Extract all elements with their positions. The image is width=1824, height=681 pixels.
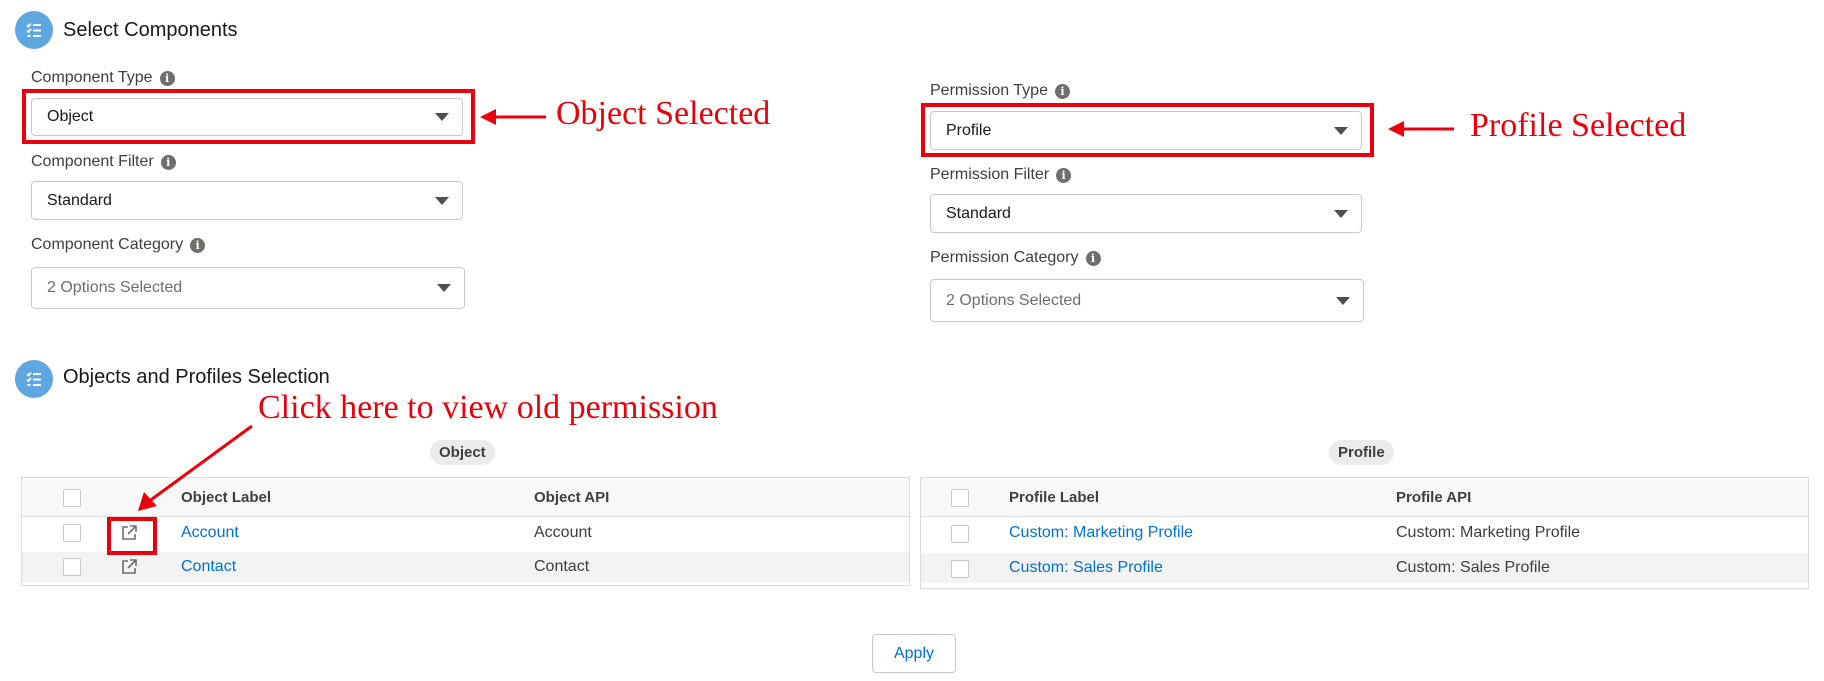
- component-type-label-text: Component Type: [31, 69, 153, 86]
- table-row: Contact Contact: [22, 552, 909, 582]
- checklist-icon: [15, 360, 53, 398]
- caret-down-icon: [1334, 209, 1348, 218]
- permission-filter-label-text: Permission Filter: [930, 166, 1050, 183]
- column-header-profile-label[interactable]: Profile Label: [1009, 489, 1099, 506]
- select-all-checkbox[interactable]: [63, 489, 81, 507]
- annotation-click-here: Click here to view old permission: [258, 389, 718, 426]
- permission-filter-value: Standard: [946, 204, 1011, 222]
- highlight-box-component-type: [22, 89, 475, 144]
- component-filter-select[interactable]: Standard: [31, 181, 463, 220]
- profile-label-link[interactable]: Custom: Marketing Profile: [1009, 524, 1193, 542]
- profile-label-link[interactable]: Custom: Sales Profile: [1009, 559, 1163, 577]
- section-title-select-components: Select Components: [63, 19, 238, 41]
- object-api-value: Account: [534, 524, 592, 541]
- permission-filter-select[interactable]: Standard: [930, 194, 1362, 233]
- row-checkbox[interactable]: [63, 524, 81, 542]
- highlight-box-external-link: [107, 517, 157, 555]
- column-header-object-api[interactable]: Object API: [534, 489, 609, 506]
- annotation-arrow-click-here: [138, 424, 253, 511]
- info-icon[interactable]: i: [1085, 250, 1101, 266]
- object-pill: Object: [430, 440, 495, 465]
- caret-down-icon: [1336, 296, 1350, 305]
- component-filter-label: Component Filter i: [31, 153, 176, 171]
- highlight-box-permission-type: [921, 103, 1374, 157]
- permission-category-select[interactable]: 2 Options Selected: [930, 279, 1364, 322]
- info-icon[interactable]: i: [190, 237, 206, 253]
- component-category-select[interactable]: 2 Options Selected: [31, 267, 465, 309]
- apply-button[interactable]: Apply: [872, 634, 956, 673]
- component-filter-label-text: Component Filter: [31, 153, 154, 170]
- profile-table: Profile Label Profile API Custom: Market…: [920, 477, 1809, 589]
- table-row: Custom: Marketing Profile Custom: Market…: [921, 518, 1808, 548]
- info-icon[interactable]: i: [159, 70, 175, 86]
- caret-down-icon: [435, 196, 449, 205]
- permission-category-value: 2 Options Selected: [946, 291, 1082, 309]
- component-category-label: Component Category i: [31, 236, 206, 254]
- profile-table-header: Profile Label Profile API: [921, 478, 1808, 517]
- permission-filter-label: Permission Filter i: [930, 166, 1072, 184]
- permission-type-label-text: Permission Type: [930, 82, 1048, 99]
- info-icon[interactable]: i: [1054, 83, 1070, 99]
- info-icon[interactable]: i: [160, 154, 176, 170]
- select-all-checkbox[interactable]: [951, 489, 969, 507]
- object-label-link[interactable]: Account: [181, 524, 239, 542]
- section-title-objects-profiles: Objects and Profiles Selection: [63, 366, 330, 388]
- permission-category-label-text: Permission Category: [930, 249, 1079, 266]
- permission-type-label: Permission Type i: [930, 82, 1070, 100]
- component-category-value: 2 Options Selected: [47, 279, 183, 296]
- component-category-label-text: Component Category: [31, 236, 184, 253]
- profile-api-value: Custom: Sales Profile: [1396, 559, 1550, 576]
- permission-category-label: Permission Category i: [930, 249, 1101, 267]
- component-type-label: Component Type i: [31, 69, 175, 87]
- profile-pill: Profile: [1329, 440, 1394, 465]
- component-filter-value: Standard: [47, 191, 112, 209]
- annotation-profile-selected: Profile Selected: [1470, 107, 1687, 144]
- caret-down-icon: [437, 284, 451, 292]
- table-row: Custom: Sales Profile Custom: Sales Prof…: [921, 553, 1808, 583]
- annotation-object-selected: Object Selected: [556, 95, 771, 132]
- external-link-icon[interactable]: [120, 558, 138, 581]
- annotation-arrow-profile: [1388, 121, 1454, 137]
- annotation-arrow-object: [480, 109, 546, 125]
- object-label-link[interactable]: Contact: [181, 558, 236, 576]
- row-checkbox[interactable]: [951, 525, 969, 543]
- info-icon[interactable]: i: [1056, 167, 1072, 183]
- object-api-value: Contact: [534, 558, 590, 575]
- checklist-icon: [15, 11, 53, 49]
- row-checkbox[interactable]: [63, 558, 81, 576]
- column-header-profile-api[interactable]: Profile API: [1396, 489, 1471, 506]
- profile-api-value: Custom: Marketing Profile: [1396, 524, 1581, 541]
- row-checkbox[interactable]: [951, 560, 969, 578]
